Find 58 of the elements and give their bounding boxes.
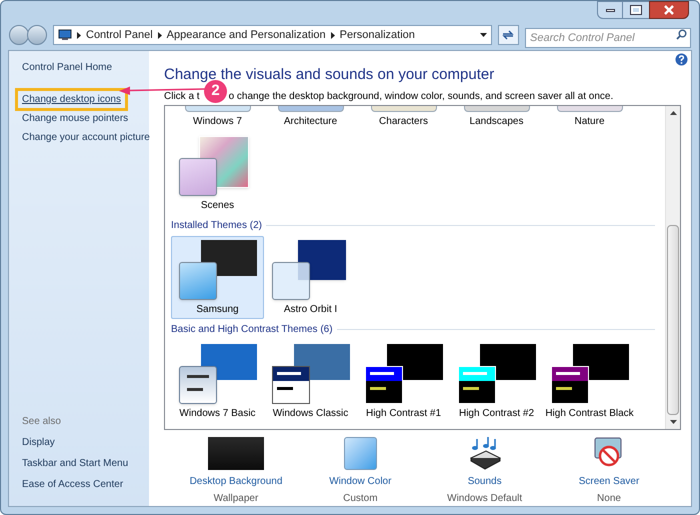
help-icon[interactable] [675,53,688,66]
section-label: See also [22,415,62,429]
theme-tile[interactable]: Astro Orbit I [264,236,357,318]
sidebar-link[interactable]: Change mouse pointers [22,111,128,126]
settings-value: Wallpaper [214,492,258,506]
wallpaper-preview [208,437,264,470]
maximize-button[interactable] [623,1,649,19]
settings-link[interactable]: Desktop Background [190,474,282,489]
theme-tile[interactable]: High Contrast Black [543,340,636,422]
settings-link[interactable]: Sounds [468,474,502,489]
address-bar[interactable]: Control Panel Appearance and Personalization Personalization [53,25,492,45]
dropdown-caret-icon[interactable] [480,33,487,37]
sidebar-link[interactable]: Change your account picture [22,130,150,145]
theme-tile[interactable]: Samsung [171,236,264,318]
sidebar-link[interactable]: Control Panel Home [22,60,145,75]
control-panel-icon [58,29,72,41]
theme-tile[interactable]: Scenes [171,132,264,214]
settings-value: Custom [343,492,378,506]
chevron-icon [330,32,335,38]
search-field[interactable]: Search Control Panel [525,28,691,48]
breadcrumb[interactable]: Control Panel [86,26,153,44]
color-swatch-icon [344,437,377,470]
theme-tile[interactable]: High Contrast #1 [357,340,450,422]
chevron-icon [77,32,81,38]
theme-tile[interactable]: Landscapes [450,106,543,132]
sidebar-link[interactable]: Ease of Access Center [22,477,145,492]
scrollbar[interactable] [665,106,680,429]
back-button[interactable] [9,25,29,45]
close-button[interactable] [649,1,689,19]
settings-link[interactable]: Window Color [329,474,392,489]
theme-tile[interactable]: High Contrast #2 [450,340,543,422]
settings-value: Windows Default [447,492,522,506]
music-keyboard-icon [468,436,502,470]
refresh-icon [502,30,514,40]
scrollbar-thumb[interactable] [667,224,679,415]
theme-tile[interactable]: Architecture [264,106,357,132]
sidebar-link[interactable]: Display [22,435,145,450]
search-icon [676,29,687,40]
theme-tile[interactable]: Windows 7 Basic [171,340,264,422]
theme-tile[interactable]: Windows Classic [264,340,357,422]
close-icon [663,5,675,15]
refresh-button[interactable] [498,25,519,45]
chevron-icon [158,32,162,38]
instruction-text: o change the desktop background, window color, sounds, and screen saver all at once. [228,90,614,104]
section-title: Basic and High Contrast Themes (6) [171,322,333,336]
breadcrumb[interactable]: Personalization [340,26,415,44]
breadcrumb[interactable]: Appearance and Personalization [166,26,326,44]
theme-tile[interactable]: Nature [543,106,636,132]
settings-link[interactable]: Screen Saver [578,474,640,489]
sidebar-link[interactable]: Change desktop icons [15,88,128,111]
instruction-text: Click a t [164,90,200,104]
forward-button[interactable] [27,25,47,45]
section-title: Installed Themes (2) [171,218,262,232]
theme-tile[interactable]: Characters [357,106,450,132]
settings-value: None [597,492,621,506]
minimize-button[interactable] [597,1,623,19]
theme-tile[interactable]: Windows 7 [171,106,264,132]
sidebar-link[interactable]: Taskbar and Start Menu [22,456,145,471]
